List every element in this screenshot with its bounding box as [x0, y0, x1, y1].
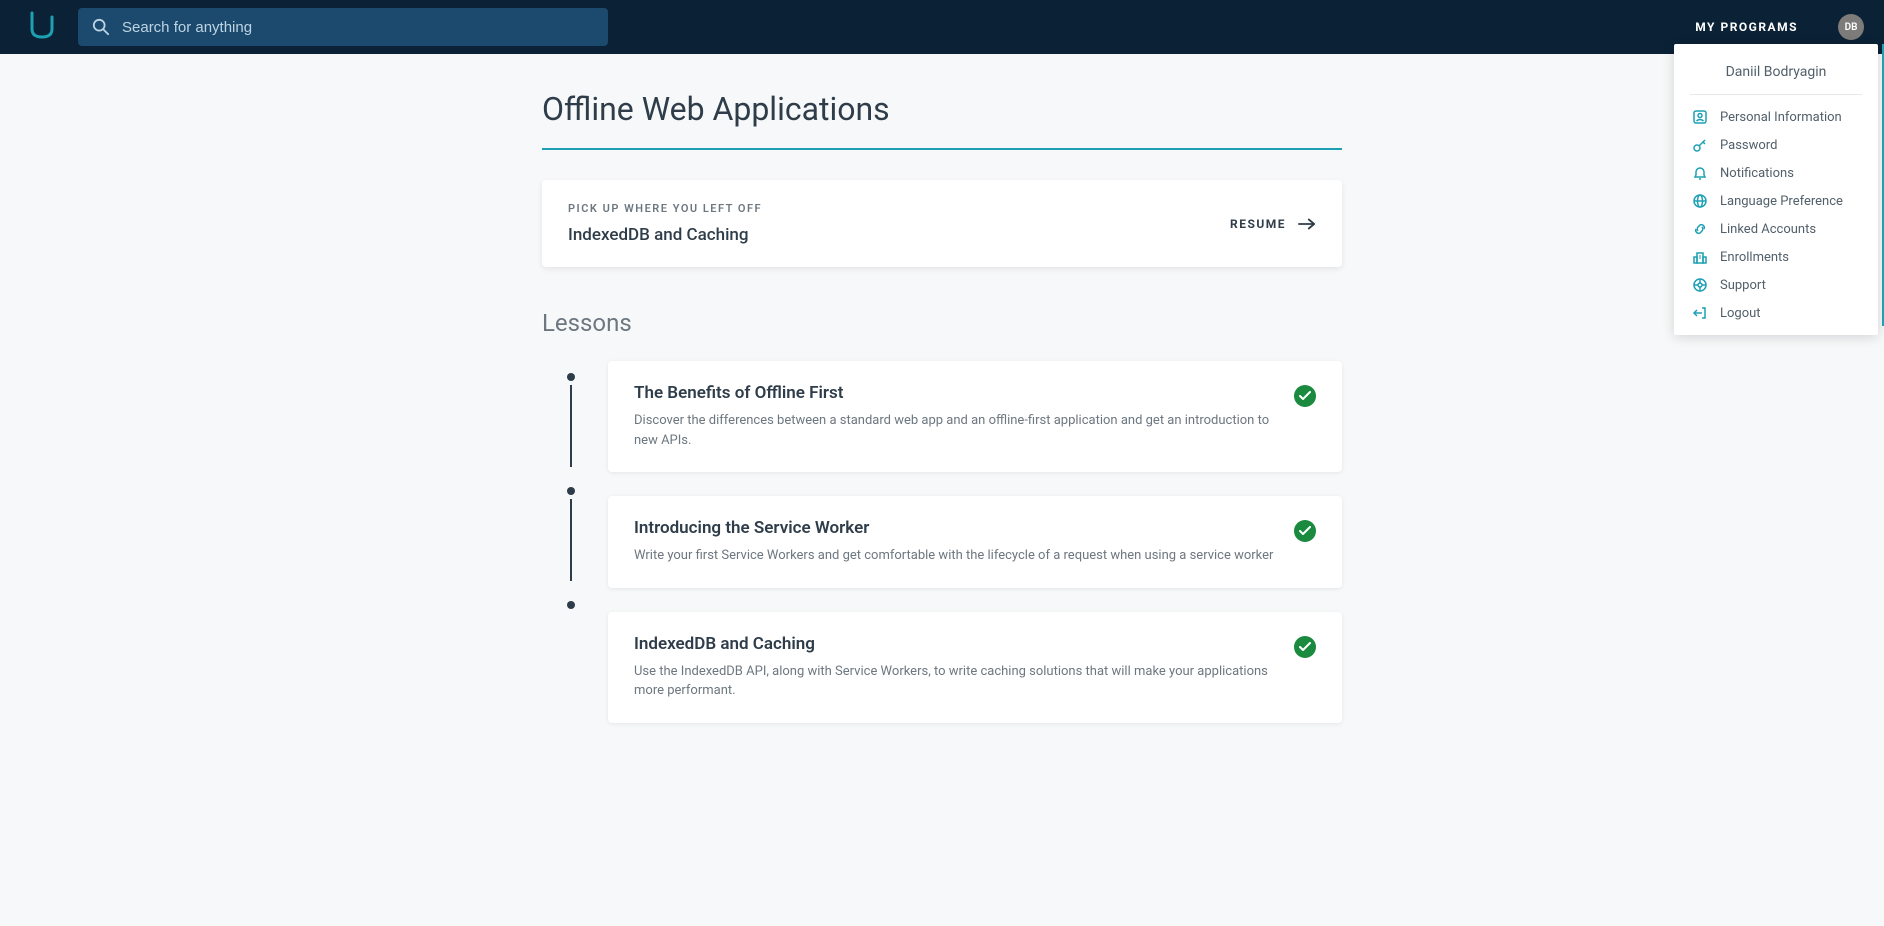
resume-card[interactable]: PICK UP WHERE YOU LEFT OFF IndexedDB and…: [542, 180, 1342, 267]
lesson-title: Introducing the Service Worker: [634, 518, 1274, 538]
link-icon: [1692, 221, 1708, 237]
app-header: MY PROGRAMS DB Daniil Bodryagin Personal…: [0, 0, 1884, 54]
resume-label: PICK UP WHERE YOU LEFT OFF: [568, 202, 762, 215]
user-dropdown: Daniil Bodryagin Personal Information Pas…: [1674, 44, 1878, 335]
search-container[interactable]: [78, 8, 608, 46]
completed-check-icon: [1294, 636, 1316, 658]
dropdown-item-logout[interactable]: Logout: [1674, 299, 1878, 327]
globe-icon: [1692, 193, 1708, 209]
my-programs-link[interactable]: MY PROGRAMS: [1695, 20, 1798, 34]
dropdown-item-support[interactable]: Support: [1674, 271, 1878, 299]
person-icon: [1692, 109, 1708, 125]
dropdown-item-label: Enrollments: [1720, 250, 1789, 265]
dropdown-item-language-preference[interactable]: Language Preference: [1674, 187, 1878, 215]
logo[interactable]: [28, 9, 78, 45]
dropdown-item-notifications[interactable]: Notifications: [1674, 159, 1878, 187]
lesson-card[interactable]: IndexedDB and Caching Use the IndexedDB A…: [608, 612, 1342, 723]
lesson-description: Use the IndexedDB API, along with Servic…: [634, 662, 1274, 701]
lesson-description: Write your first Service Workers and get…: [634, 546, 1274, 566]
dropdown-item-label: Logout: [1720, 306, 1761, 321]
key-icon: [1692, 137, 1708, 153]
lessons-list: The Benefits of Offline First Discover th…: [542, 361, 1342, 723]
dropdown-item-personal-information[interactable]: Personal Information: [1674, 103, 1878, 131]
lesson-title: IndexedDB and Caching: [634, 634, 1274, 654]
lessons-heading: Lessons: [542, 309, 1342, 337]
dropdown-item-label: Password: [1720, 138, 1777, 153]
timeline-dot: [567, 601, 575, 609]
arrow-right-icon: [1298, 217, 1316, 231]
resume-button[interactable]: RESUME: [1230, 217, 1316, 231]
main-content: Offline Web Applications PICK UP WHERE Y…: [542, 54, 1342, 783]
logout-icon: [1692, 305, 1708, 321]
building-icon: [1692, 249, 1708, 265]
completed-check-icon: [1294, 520, 1316, 542]
lesson-description: Discover the differences between a stand…: [634, 411, 1274, 450]
page-title: Offline Web Applications: [542, 90, 1342, 150]
support-icon: [1692, 277, 1708, 293]
timeline-dot: [567, 487, 575, 495]
lesson-card[interactable]: Introducing the Service Worker Write your…: [608, 496, 1342, 588]
dropdown-divider: [1690, 94, 1862, 95]
bell-icon: [1692, 165, 1708, 181]
dropdown-item-enrollments[interactable]: Enrollments: [1674, 243, 1878, 271]
timeline-line: [570, 499, 572, 581]
search-input[interactable]: [122, 19, 594, 36]
timeline-dot: [567, 373, 575, 381]
dropdown-item-label: Support: [1720, 278, 1766, 293]
lesson-card[interactable]: The Benefits of Offline First Discover th…: [608, 361, 1342, 472]
dropdown-user-name: Daniil Bodryagin: [1674, 58, 1878, 94]
avatar[interactable]: DB: [1838, 14, 1864, 40]
lesson-title: The Benefits of Offline First: [634, 383, 1274, 403]
completed-check-icon: [1294, 385, 1316, 407]
resume-button-label: RESUME: [1230, 217, 1286, 231]
dropdown-item-label: Personal Information: [1720, 110, 1842, 125]
dropdown-item-password[interactable]: Password: [1674, 131, 1878, 159]
dropdown-item-label: Notifications: [1720, 166, 1794, 181]
dropdown-item-linked-accounts[interactable]: Linked Accounts: [1674, 215, 1878, 243]
dropdown-item-label: Linked Accounts: [1720, 222, 1816, 237]
dropdown-item-label: Language Preference: [1720, 194, 1843, 209]
resume-lesson-title: IndexedDB and Caching: [568, 225, 762, 245]
timeline-line: [570, 385, 572, 467]
search-icon: [92, 18, 110, 36]
